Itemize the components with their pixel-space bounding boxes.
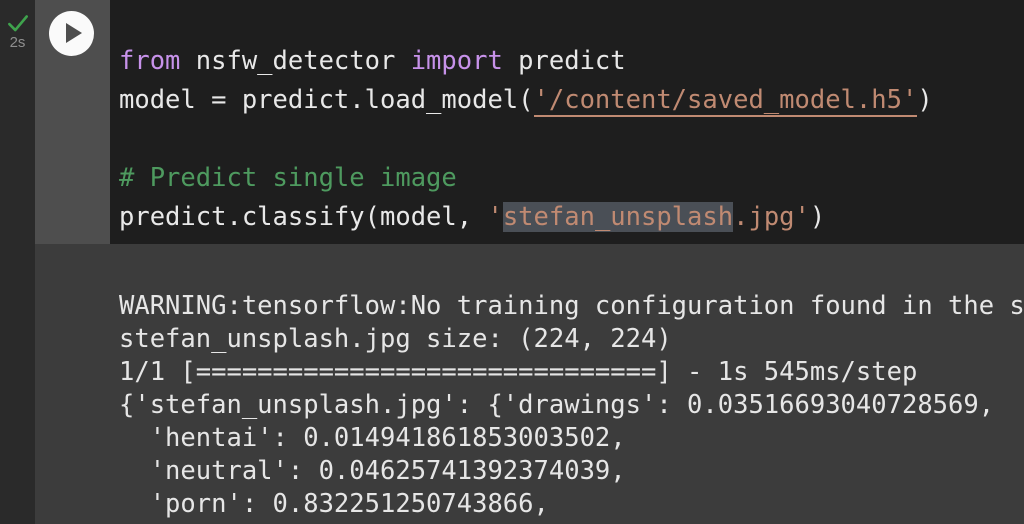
output-line: 'hentai': 0.014941861853003502,	[119, 422, 626, 453]
output-line: {'stefan_unsplash.jpg': {'drawings': 0.0…	[119, 389, 995, 420]
run-cell-play-button[interactable]	[49, 11, 94, 56]
code-token: )	[917, 84, 933, 115]
code-token: .jpg'	[733, 201, 810, 232]
play-icon	[66, 23, 82, 43]
green-check-icon	[7, 15, 28, 32]
output-line: 'porn': 0.832251250743866,	[119, 488, 549, 519]
output-line: 1/1 [==============================] - 1…	[119, 356, 918, 387]
cell-status-gutter-inner: 2s	[0, 0, 35, 244]
code-token: nsfw_detector	[195, 45, 411, 76]
code-content[interactable]: from nsfw_detector import predict model …	[119, 42, 933, 237]
code-token: # Predict single image	[119, 162, 457, 193]
code-token: import	[410, 45, 519, 76]
cell-run-column	[35, 0, 110, 244]
output-text: WARNING:tensorflow:No training configura…	[119, 290, 1024, 524]
code-token: predict.classify(model,	[119, 201, 488, 232]
code-token: '/content/saved_model.h5'	[533, 84, 918, 117]
code-token: from	[119, 45, 196, 76]
code-token: )	[809, 201, 826, 232]
code-token: stefan_unsplash	[502, 201, 734, 232]
output-line: WARNING:tensorflow:No training configura…	[119, 290, 1024, 321]
notebook-cell-screenshot: 2s from nsfw_detector import predict mod…	[0, 0, 1024, 524]
cell-run-time: 2s	[9, 34, 26, 51]
output-line: stefan_unsplash.jpg size: (224, 224)	[119, 323, 672, 354]
code-token: predict	[518, 45, 626, 76]
cell-status-gutter: 2s	[0, 0, 35, 524]
code-editor[interactable]: from nsfw_detector import predict model …	[110, 0, 1024, 244]
cell-output-area: WARNING:tensorflow:No training configura…	[35, 244, 1024, 524]
code-token: '	[487, 201, 503, 232]
code-token: model = predict.load_model(	[119, 84, 534, 115]
output-line: 'neutral': 0.04625741392374039,	[119, 455, 626, 486]
